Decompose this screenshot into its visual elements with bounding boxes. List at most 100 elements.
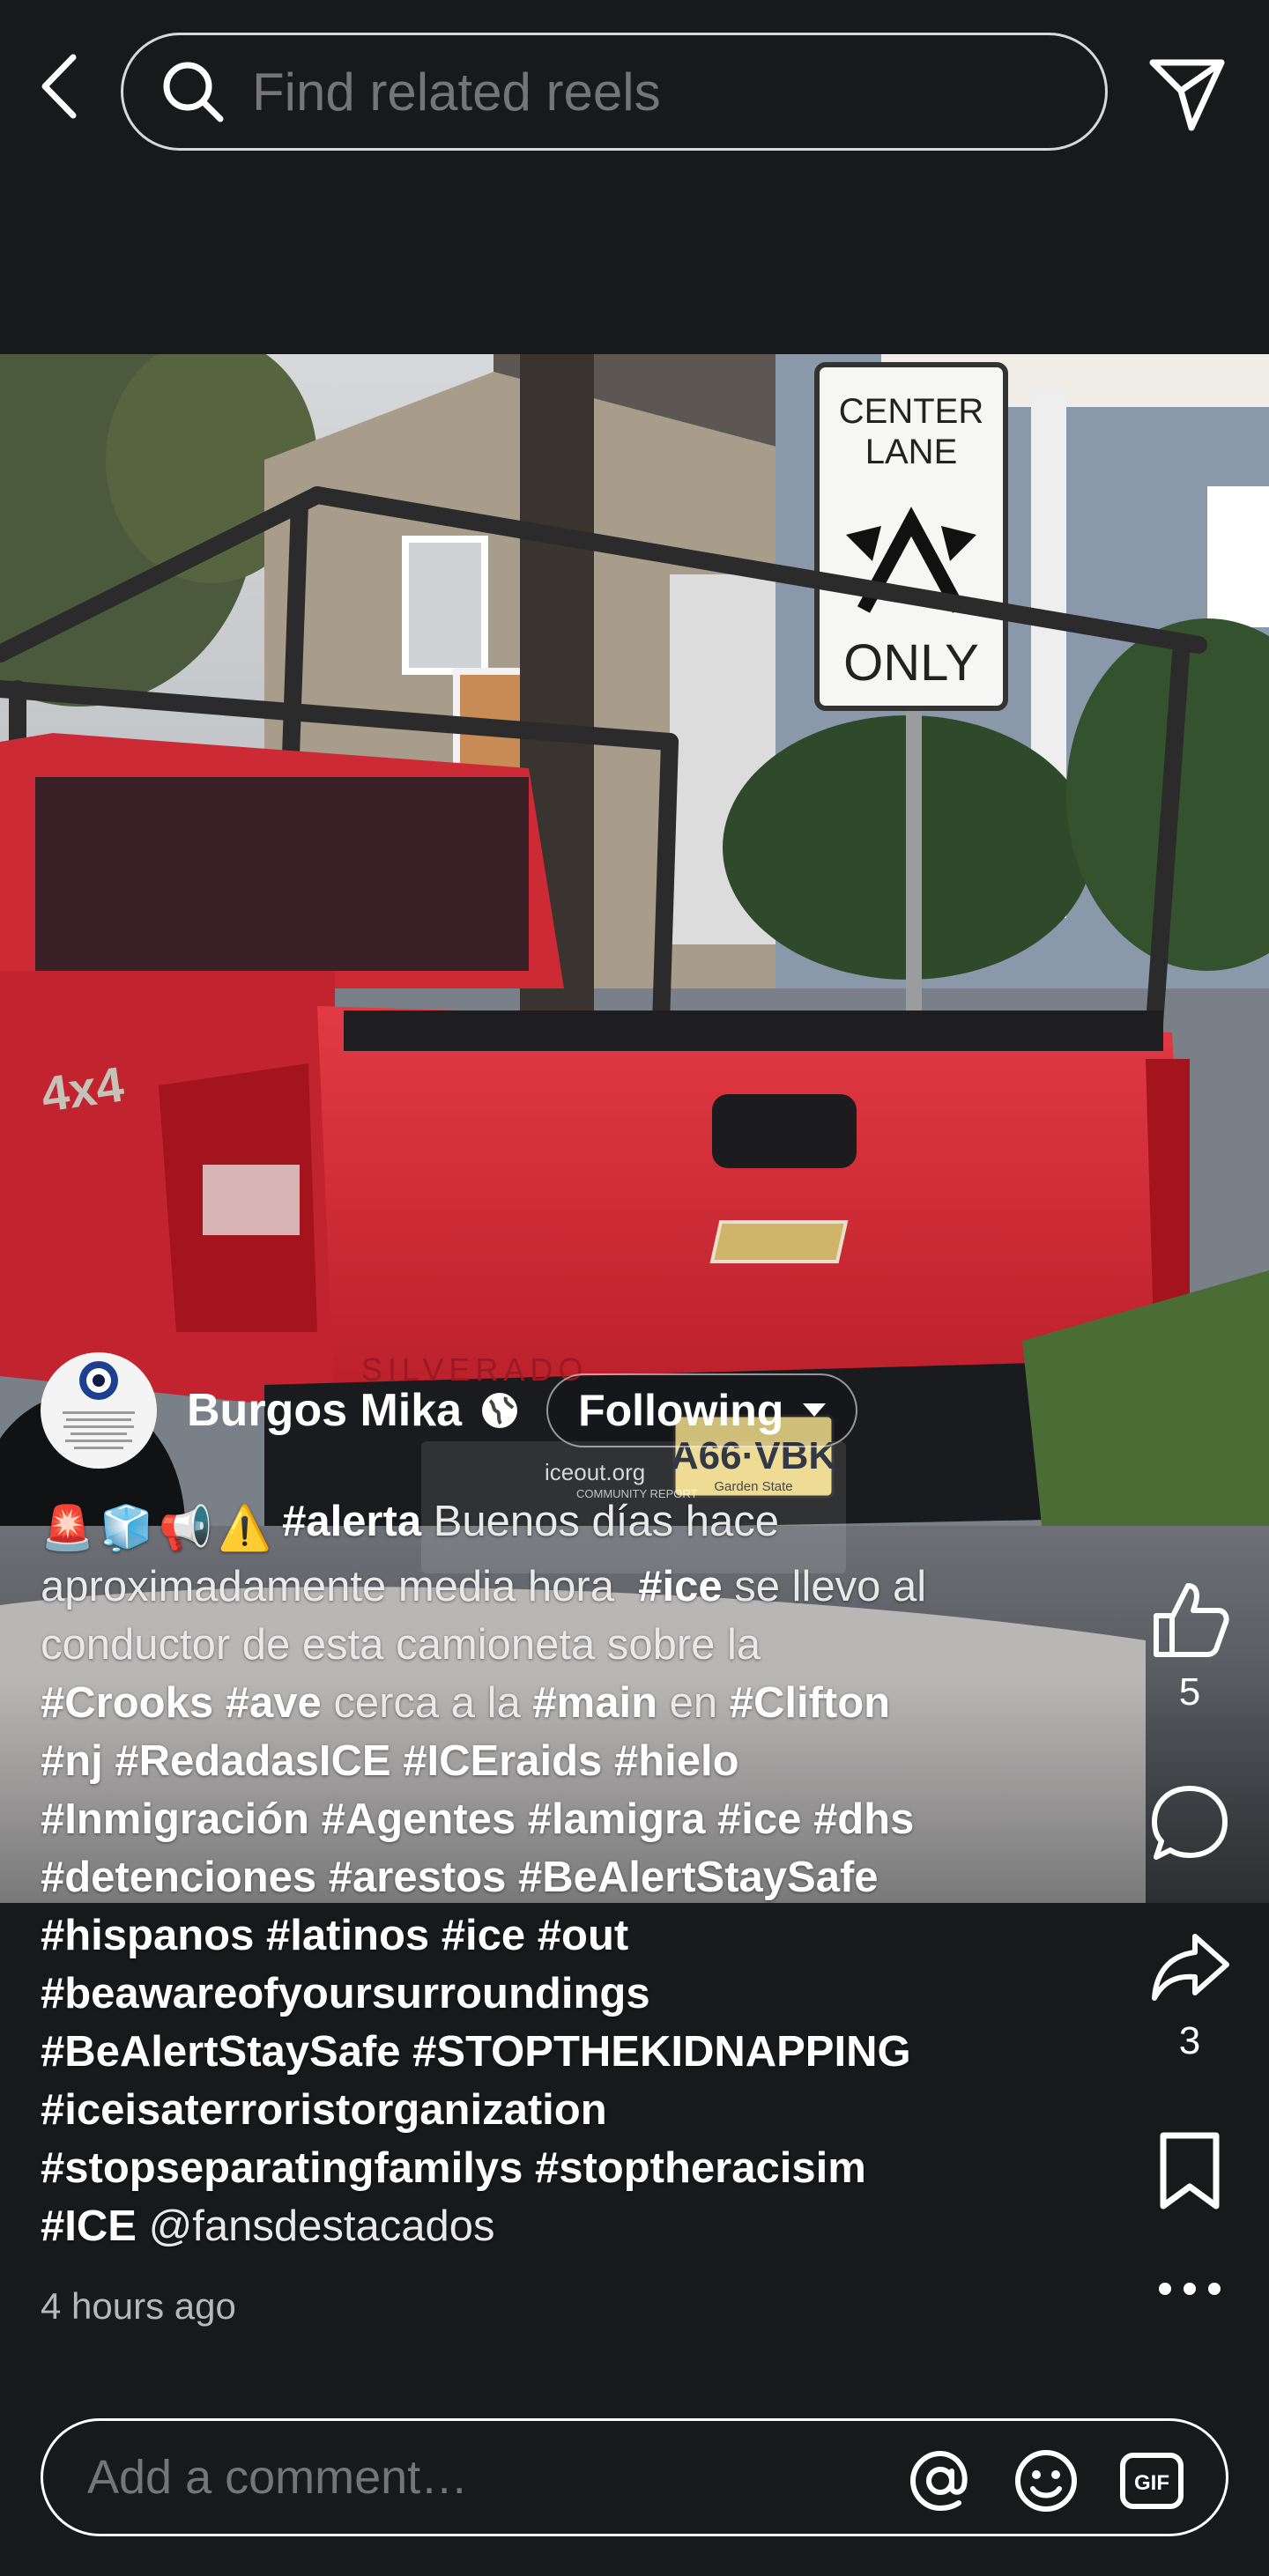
caption-line: #BeAlertStaySafe #STOPTHEKIDNAPPING bbox=[41, 2023, 1124, 2081]
caption-text bbox=[309, 1795, 322, 1843]
more-dots-icon bbox=[1159, 2283, 1221, 2295]
caption-text bbox=[137, 2202, 149, 2250]
post-caption: 🚨 🧊 📢 ⚠️ #alerta Buenos días hace aproximadam… bbox=[41, 1492, 1124, 2255]
hashtag-link[interactable]: #lamigra bbox=[528, 1795, 706, 1843]
hashtag-link[interactable]: #ice bbox=[717, 1795, 801, 1843]
svg-text:GIF: GIF bbox=[1134, 2471, 1169, 2495]
chevron-left-icon bbox=[41, 54, 77, 119]
caption-text: cerca a la bbox=[321, 1679, 533, 1727]
caption-text: conductor de esta camioneta sobre la bbox=[41, 1621, 761, 1669]
share-button[interactable]: 3 bbox=[1142, 1928, 1237, 2063]
share-count: 3 bbox=[1178, 2019, 1201, 2062]
hashtag-link[interactable]: #ICE bbox=[41, 2202, 137, 2250]
badge-4x4: 4x4 bbox=[38, 1055, 127, 1121]
gif-button[interactable]: GIF bbox=[1117, 2446, 1187, 2516]
hashtag-link[interactable]: #BeAlertStaySafe bbox=[41, 2028, 401, 2076]
mention-link[interactable]: @fansdestacados bbox=[149, 2202, 495, 2250]
caption-text bbox=[316, 1854, 329, 1901]
hashtag-link[interactable]: #Agentes bbox=[322, 1795, 516, 1843]
caption-line: #beawareofyoursurroundings bbox=[41, 1965, 1124, 2023]
caption-text bbox=[602, 1737, 614, 1785]
following-button[interactable]: Following bbox=[546, 1373, 858, 1447]
send-button[interactable] bbox=[1147, 55, 1227, 134]
gif-icon: GIF bbox=[1120, 2453, 1184, 2509]
hashtag-link[interactable]: #RedadasICE bbox=[115, 1737, 390, 1785]
caption-text bbox=[254, 1912, 266, 1959]
caption-line: aproximadamente media hora #ice se llevo… bbox=[41, 1558, 1124, 1616]
caption-line: #Crooks #ave cerca a la #main en #Clifto… bbox=[41, 1674, 1124, 1732]
hashtag-link[interactable]: #main bbox=[532, 1679, 657, 1727]
at-sign-icon[interactable] bbox=[905, 2446, 976, 2516]
caption-line: 🚨 🧊 📢 ⚠️ #alerta Buenos días hace bbox=[41, 1492, 1124, 1558]
comment-button[interactable] bbox=[1142, 1783, 1237, 1864]
caption-line: #iceisaterroristorganization bbox=[41, 2081, 1124, 2139]
search-input[interactable] bbox=[250, 60, 959, 123]
top-bar bbox=[0, 0, 1269, 185]
caption-line: #Inmigración #Agentes #lamigra #ice #dhs bbox=[41, 1790, 1124, 1848]
hashtag-link[interactable]: #arestos bbox=[329, 1854, 507, 1901]
comment-input[interactable] bbox=[85, 2449, 882, 2506]
caption-text bbox=[391, 1737, 404, 1785]
hashtag-link[interactable]: #detenciones bbox=[41, 1854, 316, 1901]
smiley-icon[interactable] bbox=[1011, 2446, 1081, 2516]
post-timestamp: 4 hours ago bbox=[41, 2285, 236, 2327]
save-button[interactable] bbox=[1142, 2130, 1237, 2211]
globe-icon bbox=[479, 1390, 520, 1431]
sign-lane-text: LANE bbox=[865, 433, 958, 471]
author-row: Burgos Mika Following bbox=[41, 1352, 858, 1469]
hashtag-link[interactable]: #hispanos bbox=[41, 1912, 254, 1959]
author-name[interactable]: Burgos Mika bbox=[187, 1384, 462, 1437]
hashtag-link[interactable]: #Inmigración bbox=[41, 1795, 309, 1843]
hashtag-link[interactable]: #latinos bbox=[266, 1912, 429, 1959]
send-icon bbox=[1149, 59, 1225, 131]
caption-line: #nj #RedadasICE #ICEraids #hielo bbox=[41, 1732, 1124, 1790]
hashtag-link[interactable]: #Crooks bbox=[41, 1679, 213, 1727]
caret-down-icon bbox=[803, 1403, 827, 1417]
caption-text bbox=[103, 1737, 115, 1785]
caption-text bbox=[801, 1795, 813, 1843]
hashtag-link[interactable]: #ice bbox=[442, 1912, 525, 1959]
caption-line: #detenciones #arestos #BeAlertStaySafe bbox=[41, 1848, 1124, 1906]
caption-emoji: 🧊 bbox=[100, 1505, 154, 1552]
caption-text bbox=[525, 1912, 538, 1959]
caption-text: Buenos días hace bbox=[421, 1498, 779, 1545]
caption-text bbox=[705, 1795, 717, 1843]
caption-emojis: 🚨 🧊 📢 ⚠️ bbox=[41, 1499, 277, 1558]
hashtag-link[interactable]: #ICEraids bbox=[403, 1737, 602, 1785]
hashtag-link[interactable]: #ave bbox=[226, 1679, 322, 1727]
thumbs-up-icon bbox=[1154, 1583, 1229, 1657]
avatar[interactable] bbox=[41, 1352, 157, 1469]
caption-text bbox=[213, 1679, 226, 1727]
hashtag-link[interactable]: #stopseparatingfamilys bbox=[41, 2144, 523, 2192]
caption-emoji: 🚨 bbox=[41, 1505, 95, 1552]
following-label: Following bbox=[578, 1386, 784, 1435]
back-button[interactable] bbox=[32, 51, 85, 122]
hashtag-link[interactable]: #hielo bbox=[614, 1737, 739, 1785]
hashtag-link[interactable]: #dhs bbox=[813, 1795, 914, 1843]
caption-emoji: ⚠️ bbox=[218, 1505, 272, 1552]
search-bar[interactable] bbox=[121, 33, 1108, 151]
caption-emoji: 📢 bbox=[159, 1505, 213, 1552]
comment-bar[interactable]: GIF bbox=[41, 2418, 1228, 2536]
hashtag-link[interactable]: #iceisaterroristorganization bbox=[41, 2086, 607, 2134]
hashtag-link[interactable]: #stoptheracisim bbox=[535, 2144, 866, 2192]
hashtag-link[interactable]: #beawareofyoursurroundings bbox=[41, 1970, 650, 2017]
bookmark-icon bbox=[1160, 2132, 1220, 2210]
sign-only-text: ONLY bbox=[843, 634, 979, 692]
caption-line: conductor de esta camioneta sobre la bbox=[41, 1616, 1124, 1674]
hashtag-link[interactable]: #Clifton bbox=[730, 1679, 890, 1727]
hashtag-link[interactable]: #STOPTHEKIDNAPPING bbox=[412, 2028, 910, 2076]
search-icon bbox=[163, 62, 224, 122]
hashtag-link[interactable]: #out bbox=[538, 1912, 628, 1959]
caption-text: aproximadamente media hora bbox=[41, 1563, 639, 1610]
caption-text bbox=[429, 1912, 442, 1959]
hashtag-link[interactable]: #BeAlertStaySafe bbox=[518, 1854, 879, 1901]
caption-line: #hispanos #latinos #ice #out bbox=[41, 1906, 1124, 1965]
hashtag-link[interactable]: #nj bbox=[41, 1737, 103, 1785]
more-button[interactable] bbox=[1142, 2278, 1237, 2299]
hashtag-link[interactable]: #alerta bbox=[282, 1498, 421, 1545]
like-count: 5 bbox=[1178, 1670, 1201, 1714]
like-button[interactable]: 5 bbox=[1142, 1579, 1237, 1714]
hashtag-link[interactable]: #ice bbox=[638, 1563, 722, 1610]
share-arrow-icon bbox=[1152, 1934, 1229, 2001]
